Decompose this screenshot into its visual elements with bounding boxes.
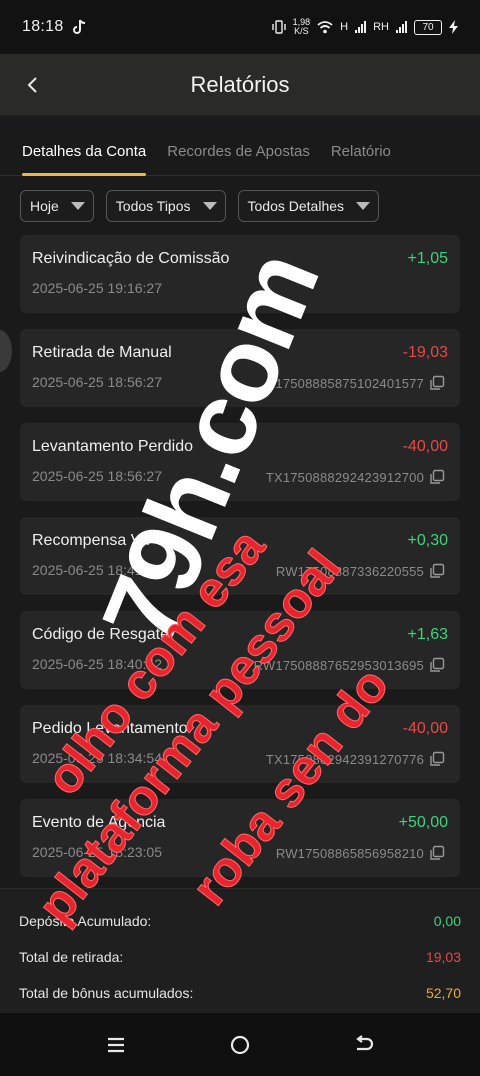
tab-bar: Detalhes da Conta Recordes de Apostas Re… xyxy=(0,126,480,176)
transaction-card[interactable]: Evento de Agencia +50,00 2025-06-25 18:2… xyxy=(20,799,460,877)
details-filter-label: Todos Detalhes xyxy=(247,198,345,214)
transaction-card[interactable]: Reivindicação de Comissão +1,05 2025-06-… xyxy=(20,235,460,313)
transaction-amount: +50,00 xyxy=(398,814,448,831)
transaction-title: Evento de Agencia xyxy=(32,814,166,831)
status-bar: 18:18 1,98 K/S H RH 70 xyxy=(0,0,480,54)
withdraw-value: 19,03 xyxy=(425,949,461,965)
system-nav-bar xyxy=(0,1013,480,1076)
transaction-card[interactable]: Recompensa VIP +0,30 2025-06-25 18:41:13… xyxy=(20,517,460,595)
copy-icon[interactable] xyxy=(429,657,445,673)
transaction-amount: -40,00 xyxy=(402,720,448,737)
recents-button[interactable] xyxy=(102,1031,130,1059)
transaction-ref: TX1750882942391270776 xyxy=(265,752,424,767)
back-button[interactable] xyxy=(18,70,48,100)
caret-down-icon xyxy=(202,202,217,210)
network-speed: 1,98 K/S xyxy=(293,18,311,36)
deposit-value: 0,00 xyxy=(433,913,461,929)
transaction-title: Reivindicação de Comissão xyxy=(32,250,230,267)
filter-bar: Hoje Todos Tipos Todos Detalhes xyxy=(20,190,380,222)
transaction-amount: -19,03 xyxy=(402,344,448,361)
transaction-ref: R17508885875102401577 xyxy=(265,376,424,391)
back-arrow-icon xyxy=(356,1034,374,1050)
date-filter-dropdown[interactable]: Hoje xyxy=(20,190,94,222)
summary-panel: Depósito Acumulado: 0,00 Total de retira… xyxy=(0,888,480,1013)
transaction-amount: +0,30 xyxy=(407,532,448,549)
chevron-left-icon xyxy=(27,77,37,93)
transaction-card[interactable]: Código de Resgate +1,63 2025-06-25 18:40… xyxy=(20,611,460,689)
type-filter-dropdown[interactable]: Todos Tipos xyxy=(105,190,226,222)
transaction-title: Retirada de Manual xyxy=(32,344,172,361)
summary-row-bonus: Total de bônus acumulados: 52,70 xyxy=(19,975,461,1011)
floating-side-handle[interactable] xyxy=(0,330,12,372)
transaction-date: 2025-06-25 18:23:05 xyxy=(32,844,162,860)
speed-unit: K/S xyxy=(294,26,309,36)
transaction-title: Recompensa VIP xyxy=(32,532,157,549)
summary-row-withdraw: Total de retirada: 19,03 xyxy=(19,939,461,975)
transaction-ref: RW17508887652953013695 xyxy=(253,658,424,673)
menu-lines-icon xyxy=(108,1037,124,1052)
transaction-title: Levantamento Perdido xyxy=(32,438,193,455)
status-icons: 1,98 K/S H RH 70 xyxy=(271,18,458,36)
home-button[interactable] xyxy=(226,1031,254,1059)
type-filter-label: Todos Tipos xyxy=(115,198,191,214)
transaction-date: 2025-06-25 18:34:54 xyxy=(32,750,162,766)
transaction-date: 2025-06-25 18:56:27 xyxy=(32,374,162,390)
copy-icon[interactable] xyxy=(429,375,445,391)
transaction-title: Código de Resgate xyxy=(32,626,169,643)
transaction-amount: -40,00 xyxy=(402,438,448,455)
transaction-date: 2025-06-25 19:16:27 xyxy=(32,280,162,296)
app-header: Relatórios xyxy=(0,54,480,116)
battery-icon: 70 xyxy=(414,19,442,35)
system-back-button[interactable] xyxy=(350,1031,378,1059)
network-type-1: H xyxy=(340,21,349,33)
transaction-amount: +1,05 xyxy=(407,250,448,267)
date-filter-label: Hoje xyxy=(30,198,59,214)
caret-down-icon xyxy=(356,202,371,210)
withdraw-label: Total de retirada: xyxy=(19,949,124,965)
charging-icon xyxy=(449,20,458,34)
tab-account-details[interactable]: Detalhes da Conta xyxy=(22,126,147,176)
vibrate-icon xyxy=(271,20,286,34)
copy-icon[interactable] xyxy=(429,751,445,767)
home-circle-icon xyxy=(230,1035,250,1054)
status-time: 18:18 xyxy=(22,18,64,35)
copy-icon[interactable] xyxy=(429,845,445,861)
details-filter-dropdown[interactable]: Todos Detalhes xyxy=(237,190,380,222)
tab-report[interactable]: Relatório xyxy=(331,126,391,176)
network-type-2: RH xyxy=(373,21,389,33)
signal-icon-1 xyxy=(355,21,367,33)
transaction-date: 2025-06-25 18:41:13 xyxy=(32,562,162,578)
transaction-card[interactable]: Levantamento Perdido -40,00 2025-06-25 1… xyxy=(20,423,460,501)
page-title: Relatórios xyxy=(190,71,290,97)
transaction-ref: TX1750888292423912700 xyxy=(265,470,424,485)
transaction-amount: +1,63 xyxy=(407,626,448,643)
transaction-card[interactable]: Retirada de Manual -19,03 2025-06-25 18:… xyxy=(20,329,460,407)
transaction-title: Pedido Levantamento xyxy=(32,720,188,737)
tab-bet-records[interactable]: Recordes de Apostas xyxy=(167,126,310,176)
transaction-list: Reivindicação de Comissão +1,05 2025-06-… xyxy=(20,235,460,893)
caret-down-icon xyxy=(70,202,85,210)
summary-row-deposit: Depósito Acumulado: 0,00 xyxy=(19,903,461,939)
signal-icon-2 xyxy=(396,21,407,33)
transaction-date: 2025-06-25 18:40:52 xyxy=(32,656,162,672)
transaction-ref: RW17508865856958210 xyxy=(275,846,424,861)
transaction-date: 2025-06-25 18:56:27 xyxy=(32,468,162,484)
copy-icon[interactable] xyxy=(429,469,445,485)
tiktok-icon xyxy=(72,19,85,34)
deposit-label: Depósito Acumulado: xyxy=(19,913,152,929)
transaction-ref: RW17508887336220555 xyxy=(275,564,424,579)
copy-icon[interactable] xyxy=(429,563,445,579)
transaction-card[interactable]: Pedido Levantamento -40,00 2025-06-25 18… xyxy=(20,705,460,783)
bonus-value: 52,70 xyxy=(425,985,461,1001)
wifi-icon xyxy=(317,20,333,33)
bonus-label: Total de bônus acumulados: xyxy=(19,985,194,1001)
